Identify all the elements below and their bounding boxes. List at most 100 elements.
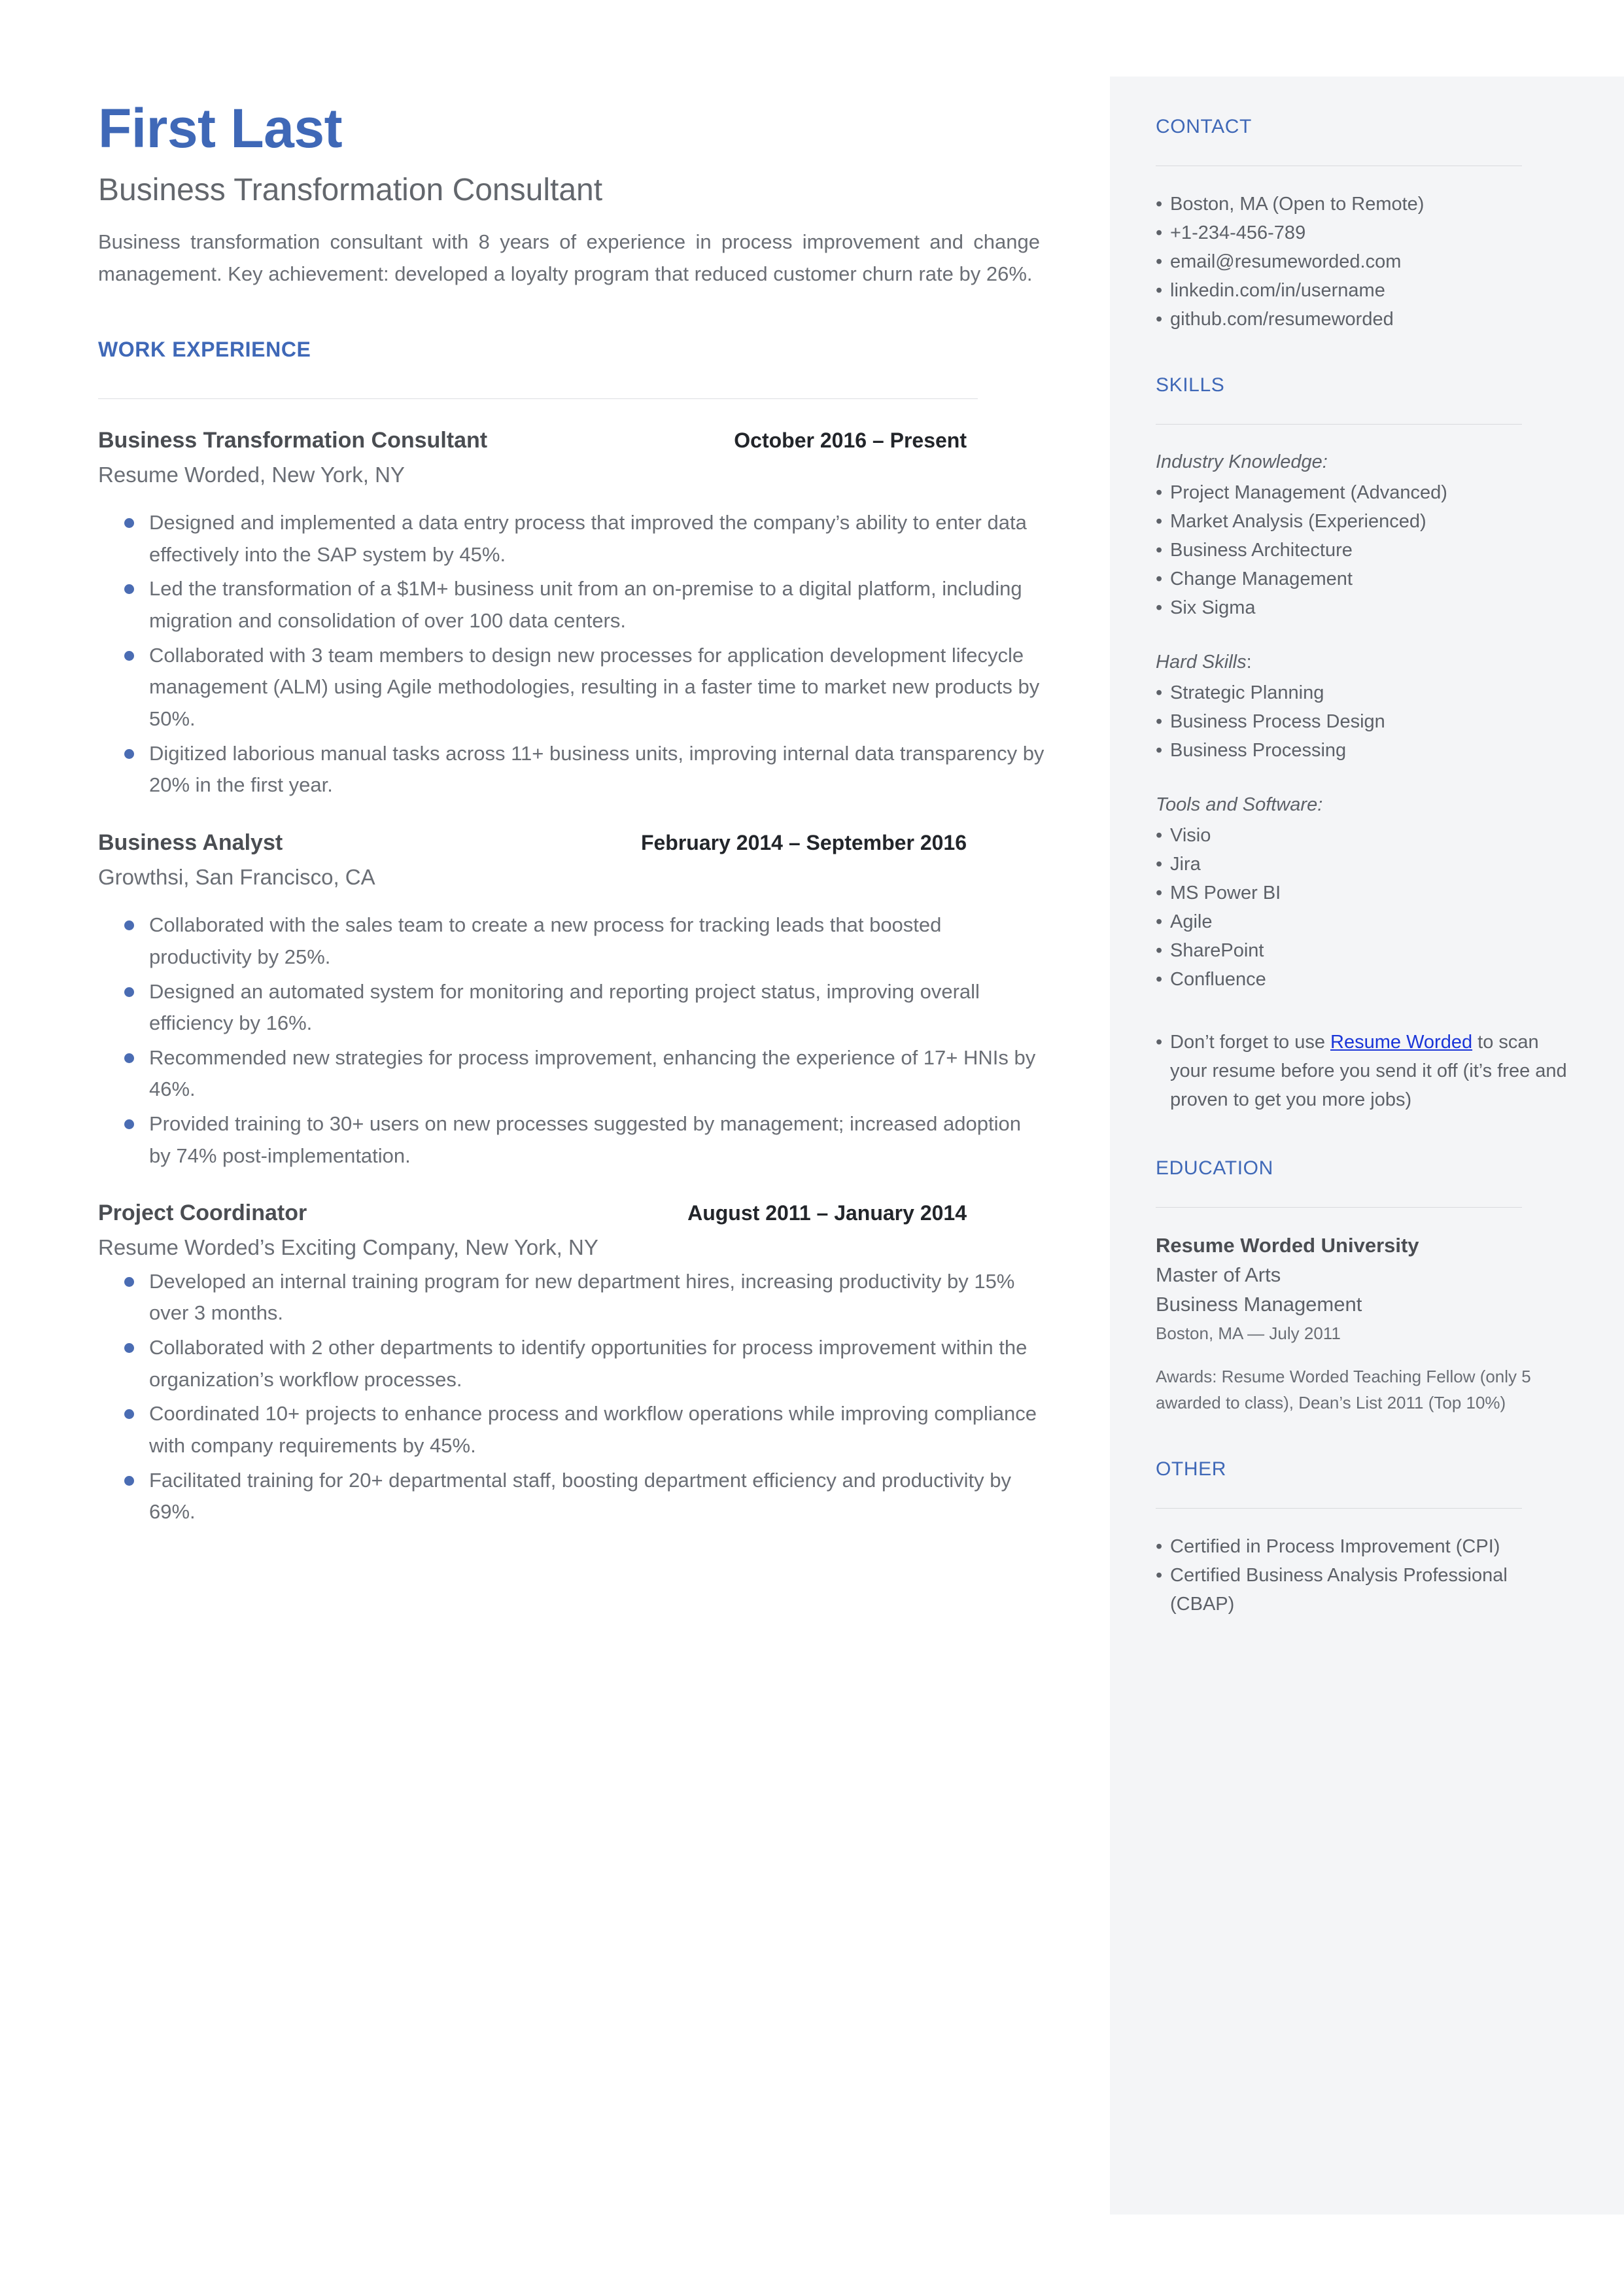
job-bullet-text: Designed an automated system for monitor… <box>149 979 980 1035</box>
bullet-dot-icon <box>98 1266 149 1287</box>
job-bullet-text: Collaborated with the sales team to crea… <box>149 913 942 968</box>
bullet-dot-icon <box>98 507 149 529</box>
bullet-dot-icon <box>98 1332 149 1353</box>
bullet-glyph: • <box>1156 482 1163 503</box>
job-role: Business Analyst <box>98 830 283 856</box>
skill-item: • Change Management <box>1156 565 1572 593</box>
job-bullet: Digitized laborious manual tasks across … <box>98 738 1046 801</box>
bullet-dot-icon <box>98 1398 149 1420</box>
bullet-dot-icon <box>98 573 149 595</box>
resume-page: CONTACT • Boston, MA (Open to Remote) • +1-… <box>0 0 1624 2295</box>
job-bullet-text: Facilitated training for 20+ departmenta… <box>149 1468 1011 1524</box>
other-item: • Certified Business Analysis Professiona… <box>1156 1561 1572 1619</box>
skill-item-label: Strategic Planning <box>1170 682 1324 703</box>
other-heading: OTHER <box>1156 1458 1226 1480</box>
job-bullet: Recommended new strategies for process i… <box>98 1042 1046 1106</box>
bullet-glyph: • <box>1156 280 1163 302</box>
bullet-dot-icon <box>98 1465 149 1486</box>
skill-item: • MS Power BI <box>1156 879 1572 907</box>
skill-item: • Confluence <box>1156 965 1572 994</box>
education-location-date: Boston, MA — July 2011 <box>1156 1323 1341 1344</box>
skill-item: • SharePoint <box>1156 936 1572 965</box>
candidate-title: Business Transformation Consultant <box>98 173 603 208</box>
job-bullet: Collaborated with 3 team members to desi… <box>98 640 1046 735</box>
skill-item-label: Agile <box>1170 911 1213 932</box>
bullet-dot-icon <box>98 1108 149 1130</box>
bullet-glyph: • <box>1156 194 1163 215</box>
skill-item-label: Visio <box>1170 824 1211 846</box>
skills-heading: SKILLS <box>1156 374 1225 396</box>
job-bullet-text: Provided training to 30+ users on new pr… <box>149 1112 1021 1167</box>
skill-item-label: Business Processing <box>1170 739 1347 761</box>
bullet-glyph: • <box>1156 710 1163 732</box>
job-bullet-list: Collaborated with the sales team to crea… <box>98 909 1046 1172</box>
bullet-dot-icon <box>98 1042 149 1063</box>
work-experience-heading: WORK EXPERIENCE <box>98 337 311 361</box>
job-dates: October 2016 – Present <box>734 428 967 452</box>
skill-item: • Market Analysis (Experienced) <box>1156 507 1572 536</box>
bullet-glyph: • <box>1156 1535 1163 1557</box>
resume-worded-promo: • Don’t forget to use Resume Worded to s… <box>1156 1028 1572 1114</box>
skill-group-label-italic: Hard Skills <box>1156 652 1247 673</box>
skill-group-label-italic: Industry Knowledge: <box>1156 451 1328 473</box>
education-divider <box>1156 1207 1522 1208</box>
skill-group-label: Tools and Software: <box>1156 791 1572 820</box>
skill-item-label: Confluence <box>1170 968 1266 990</box>
main-column: First Last Business Transformation Consu… <box>98 98 1046 1531</box>
contact-section: CONTACT • Boston, MA (Open to Remote) • +1-… <box>1156 116 1572 334</box>
resume-worded-link[interactable]: Resume Worded <box>1330 1032 1472 1053</box>
contact-item[interactable]: • email@resumeworded.com <box>1156 247 1572 276</box>
skill-item-label: Jira <box>1170 853 1201 875</box>
contact-heading: CONTACT <box>1156 116 1252 137</box>
skill-group-label-italic: Tools and Software: <box>1156 794 1323 816</box>
skill-item-label: SharePoint <box>1170 939 1264 961</box>
contact-item-label: +1-234-456-789 <box>1170 222 1306 244</box>
contact-item[interactable]: • github.com/resumeworded <box>1156 305 1572 334</box>
job-company: Resume Worded, New York, NY <box>98 462 405 487</box>
bullet-dot-icon <box>98 909 149 931</box>
professional-summary: Business transformation consultant with … <box>98 230 1040 285</box>
job-bullet: Facilitated training for 20+ departmenta… <box>98 1465 1046 1528</box>
contact-item-label: github.com/resumeworded <box>1170 309 1394 330</box>
other-list: • Certified in Process Improvement (CPI) •… <box>1156 1532 1572 1619</box>
contact-item[interactable]: • Boston, MA (Open to Remote) <box>1156 190 1572 219</box>
job-header-row: Business Transformation Consultant Octobe… <box>98 428 1046 453</box>
job-bullet-text: Collaborated with 3 team members to desi… <box>149 643 1040 731</box>
promo-text: Don’t forget to use Resume Worded to sca… <box>1170 1028 1572 1114</box>
job-bullet-text: Designed and implemented a data entry pr… <box>149 511 1027 566</box>
skill-item-label: Market Analysis (Experienced) <box>1170 510 1426 532</box>
education-school: Resume Worded University <box>1156 1234 1419 1257</box>
contact-item[interactable]: • +1-234-456-789 <box>1156 219 1572 247</box>
education-heading: EDUCATION <box>1156 1157 1273 1180</box>
bullet-glyph: • <box>1156 682 1163 703</box>
sidebar: CONTACT • Boston, MA (Open to Remote) • +1-… <box>1110 77 1624 2215</box>
bullet-glyph: • <box>1156 853 1163 875</box>
bullet-dot-icon <box>98 976 149 997</box>
skill-item: • Six Sigma <box>1156 593 1572 622</box>
bullet-glyph: • <box>1156 309 1163 330</box>
skills-section: SKILLS Industry Knowledge: • Project Manag… <box>1156 374 1572 1114</box>
work-experience-list: Business Transformation Consultant Octobe… <box>98 428 1046 1528</box>
bullet-glyph: • <box>1156 251 1163 273</box>
skill-item-label: Business Process Design <box>1170 710 1385 732</box>
bullet-glyph: • <box>1156 597 1163 619</box>
job-header-row: Project Coordinator August 2011 – January… <box>98 1200 1046 1226</box>
work-experience-entry: Business Transformation Consultant Octobe… <box>98 428 1046 801</box>
skill-group-label: Industry Knowledge: <box>1156 448 1572 477</box>
skill-group: Hard Skills: • Strategic Planning • Business… <box>1156 648 1572 765</box>
bullet-dot-icon <box>98 640 149 661</box>
job-header-row: Business Analyst February 2014 – Septembe… <box>98 830 1046 856</box>
other-item-label: Certified Business Analysis Professional… <box>1170 1564 1508 1615</box>
job-bullet: Collaborated with 2 other departments to… <box>98 1332 1046 1395</box>
job-bullet-text: Digitized laborious manual tasks across … <box>149 741 1045 797</box>
education-degree: Master of Arts <box>1156 1263 1281 1287</box>
skill-item: • Agile <box>1156 907 1572 936</box>
skill-list: • Strategic Planning • Business Process Des… <box>1156 678 1572 765</box>
job-bullet-text: Led the transformation of a $1M+ busines… <box>149 577 1022 633</box>
job-company: Resume Worded’s Exciting Company, New Yo… <box>98 1235 598 1260</box>
contact-item[interactable]: • linkedin.com/in/username <box>1156 276 1572 305</box>
promo-lead: Don’t forget to use <box>1170 1031 1331 1053</box>
bullet-glyph: • <box>1156 510 1163 532</box>
bullet-glyph: • <box>1156 540 1163 561</box>
bullet-glyph: • <box>1156 222 1163 244</box>
